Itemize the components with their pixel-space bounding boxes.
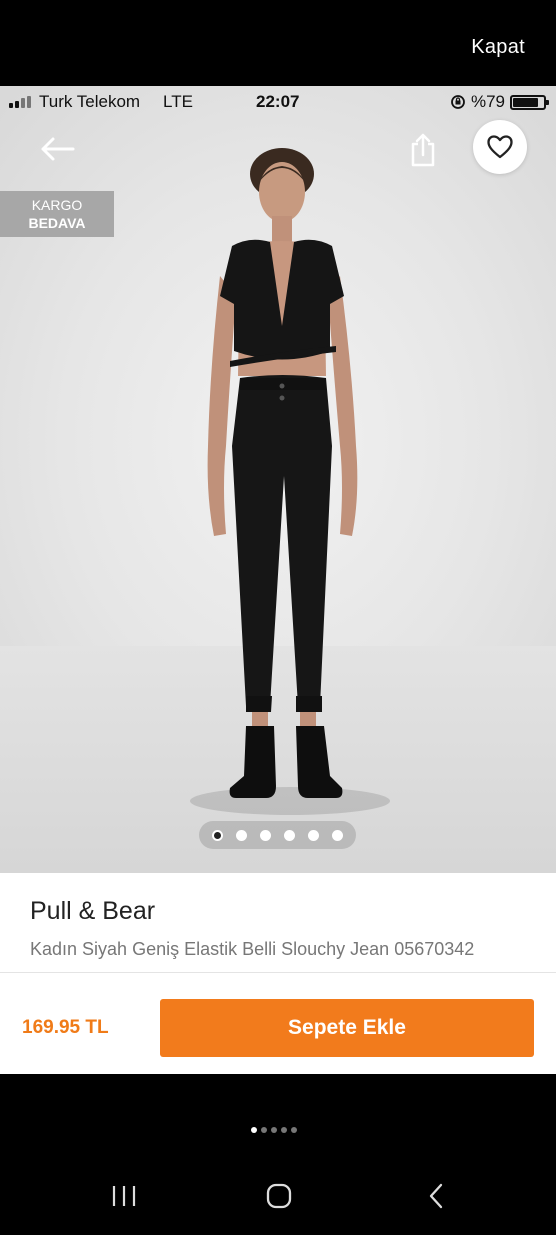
pager-dot <box>281 1127 287 1133</box>
heart-icon <box>487 135 513 159</box>
outer-top-bar: Kapat <box>0 0 556 86</box>
badge-line-2: BEDAVA <box>28 215 86 231</box>
product-image-gallery[interactable]: Turk Telekom LTE 22:07 %79 KARGO BEDAVA <box>0 86 556 873</box>
image-dot[interactable] <box>236 829 247 841</box>
product-price: 169.95 TL <box>22 1017 109 1038</box>
arrow-left-icon <box>41 137 75 161</box>
network-type: LTE <box>163 92 193 111</box>
image-dot[interactable] <box>308 829 319 841</box>
system-back-button[interactable] <box>416 1176 456 1216</box>
product-photo <box>190 148 390 815</box>
screenshot-pager <box>251 1127 297 1133</box>
signal-icon <box>9 96 33 108</box>
home-icon <box>266 1183 292 1209</box>
image-dot[interactable] <box>260 829 271 841</box>
image-dot[interactable] <box>212 829 223 841</box>
system-bottom-area <box>0 1074 556 1235</box>
product-brand[interactable]: Pull & Bear <box>30 897 155 926</box>
image-dot[interactable] <box>332 829 343 841</box>
badge-line-1: KARGO <box>31 197 83 213</box>
pager-dot <box>291 1127 297 1133</box>
back-button[interactable] <box>36 132 78 166</box>
inner-screenshot: Turk Telekom LTE 22:07 %79 KARGO BEDAVA … <box>0 86 556 1074</box>
share-icon <box>411 133 435 167</box>
status-bar: Turk Telekom LTE 22:07 %79 <box>0 86 556 118</box>
recents-button[interactable] <box>104 1176 144 1216</box>
image-pagination[interactable] <box>199 821 356 849</box>
battery-status: %79 <box>450 92 549 112</box>
clock: 22:07 <box>256 92 300 111</box>
battery-icon <box>510 94 549 110</box>
carrier-name: Turk Telekom <box>39 92 141 111</box>
free-shipping-badge: KARGO BEDAVA <box>0 191 114 237</box>
pager-dot <box>271 1127 277 1133</box>
battery-percent: %79 <box>470 92 505 111</box>
back-icon <box>429 1183 443 1209</box>
product-info: Pull & Bear Kadın Siyah Geniş Elastik Be… <box>0 873 556 973</box>
recents-icon <box>112 1186 136 1206</box>
pager-dot <box>261 1127 267 1133</box>
share-button[interactable] <box>405 130 441 170</box>
close-button[interactable]: Kapat <box>471 36 525 59</box>
add-to-cart-button[interactable]: Sepete Ekle <box>160 999 534 1057</box>
product-name: Kadın Siyah Geniş Elastik Belli Slouchy … <box>30 939 475 959</box>
favorite-button[interactable] <box>473 120 527 174</box>
rotation-lock-icon <box>451 95 465 109</box>
purchase-bar: 169.95 TL Sepete Ekle <box>0 975 556 1074</box>
home-button[interactable] <box>259 1176 299 1216</box>
pager-dot <box>251 1127 257 1133</box>
image-dot[interactable] <box>284 829 295 841</box>
